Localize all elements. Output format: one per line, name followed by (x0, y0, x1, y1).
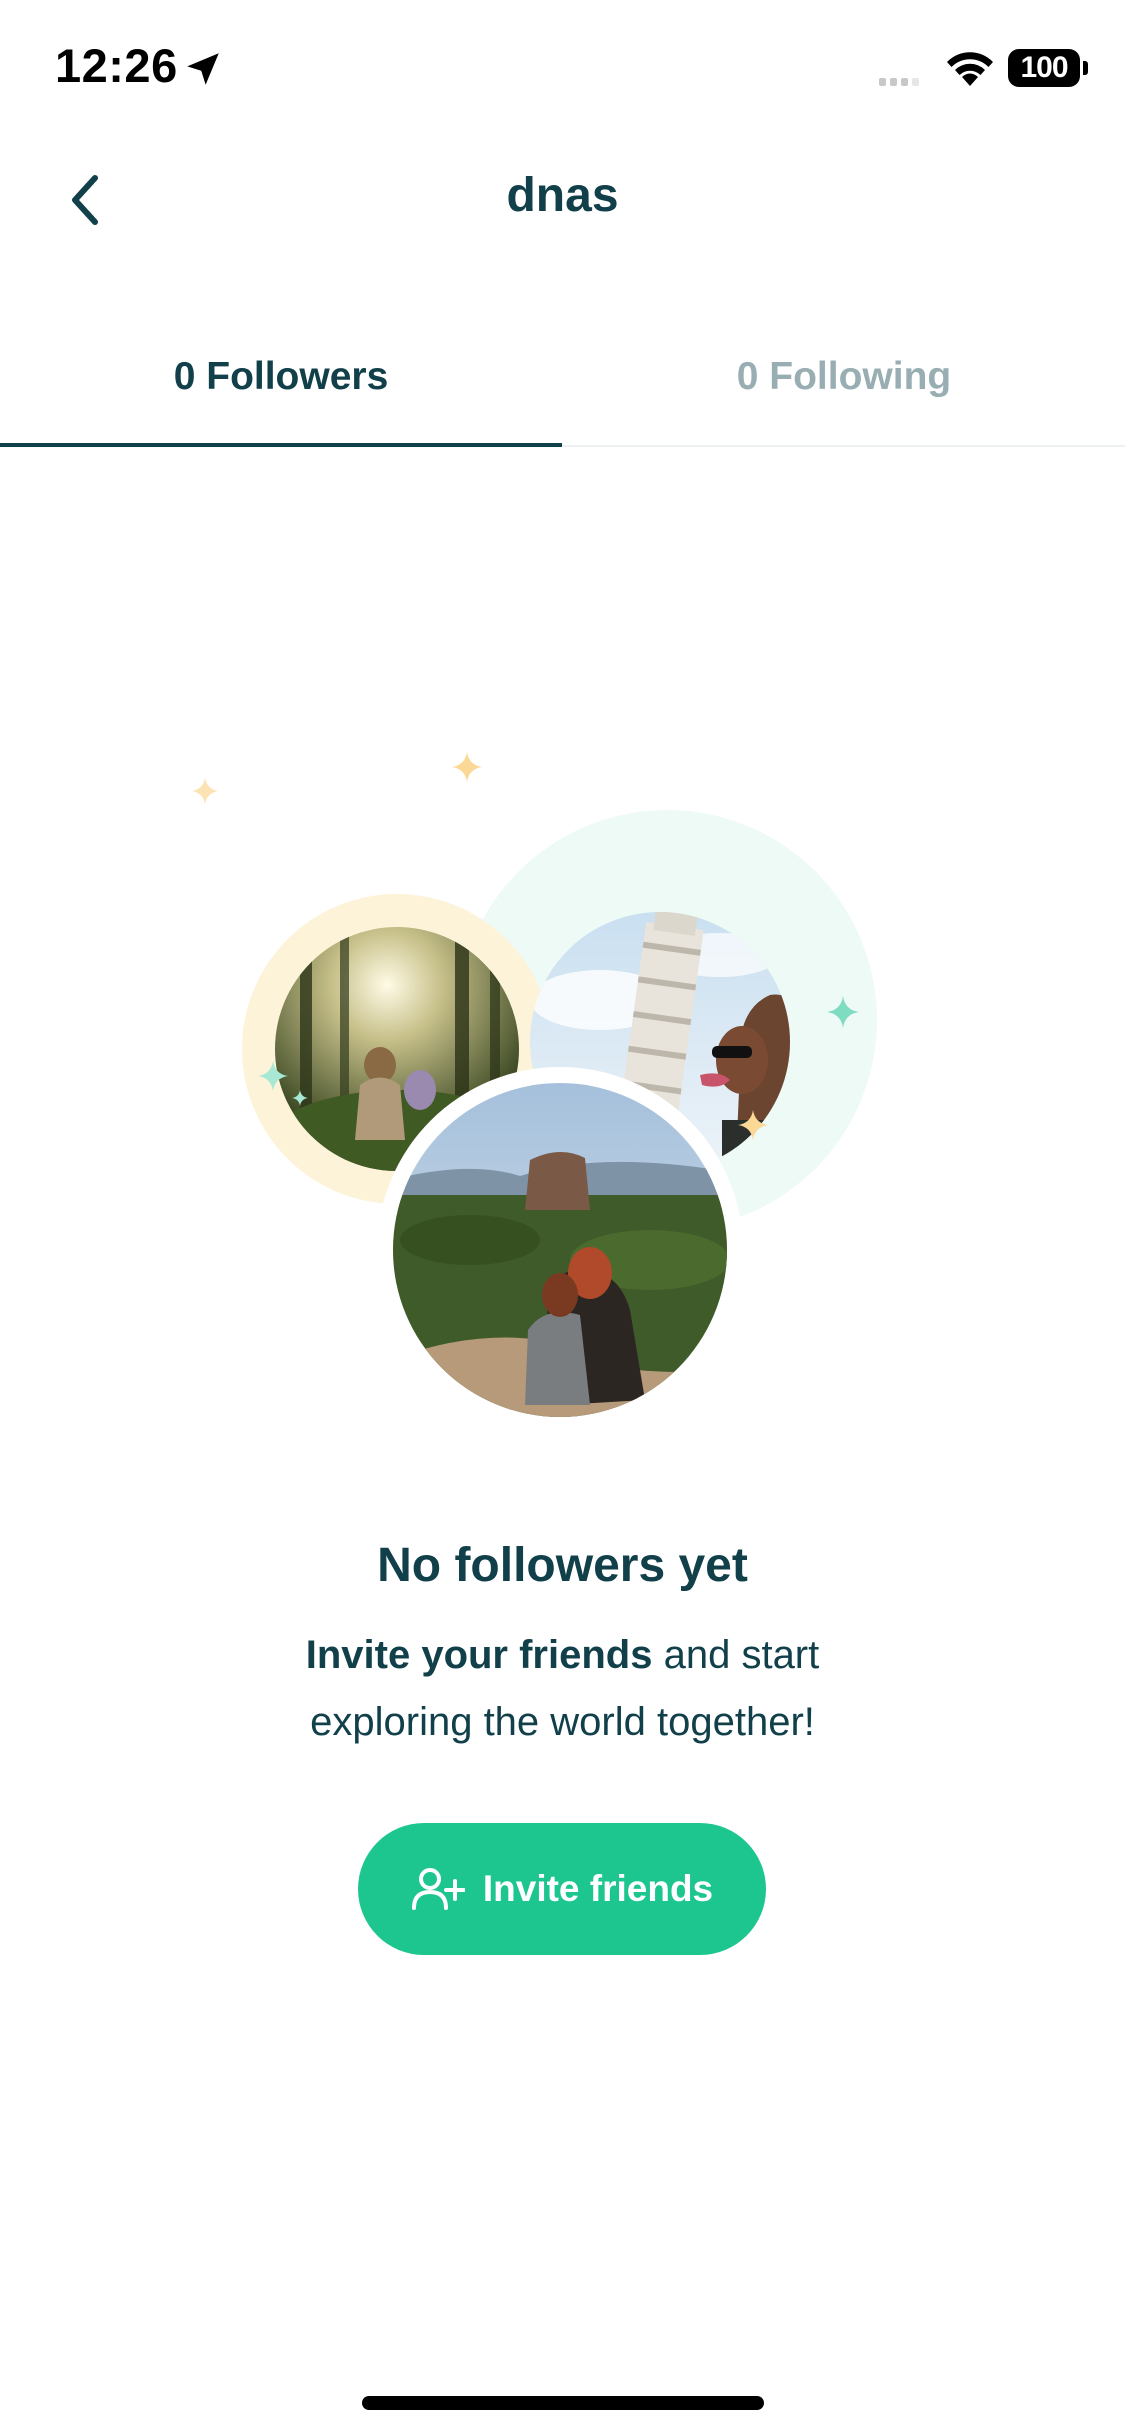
home-indicator[interactable] (362, 2396, 764, 2410)
empty-state-description: Invite your friends and start exploring … (240, 1622, 885, 1756)
back-button[interactable] (50, 165, 120, 235)
invite-button-label: Invite friends (482, 1868, 714, 1909)
location-arrow-icon (187, 53, 219, 85)
travel-photos-illustration (192, 752, 877, 1433)
status-time: 12:26 (55, 39, 178, 92)
invite-friends-emphasis: Invite your friends (305, 1633, 653, 1677)
tab-followers[interactable]: 0 Followers (0, 310, 562, 443)
battery-level: 100 (1020, 51, 1068, 84)
sparkle-icon (192, 778, 218, 804)
empty-state-title: No followers yet (377, 1539, 748, 1592)
invite-friends-button[interactable]: Invite friends (358, 1823, 766, 1955)
battery-icon: 100 (1008, 49, 1080, 87)
tab-bar: 0 Followers 0 Following (0, 310, 1125, 447)
add-user-icon (411, 1868, 465, 1910)
battery-cap (1083, 61, 1088, 75)
tab-following[interactable]: 0 Following (563, 310, 1125, 443)
active-tab-indicator (0, 443, 562, 447)
chevron-left-icon (72, 175, 98, 225)
sparkle-icon (452, 752, 482, 782)
cellular-signal-icon (879, 78, 919, 86)
status-bar: 12:26 100 (0, 0, 1125, 135)
wifi-icon (947, 52, 993, 86)
page-title: dnas (506, 169, 619, 222)
